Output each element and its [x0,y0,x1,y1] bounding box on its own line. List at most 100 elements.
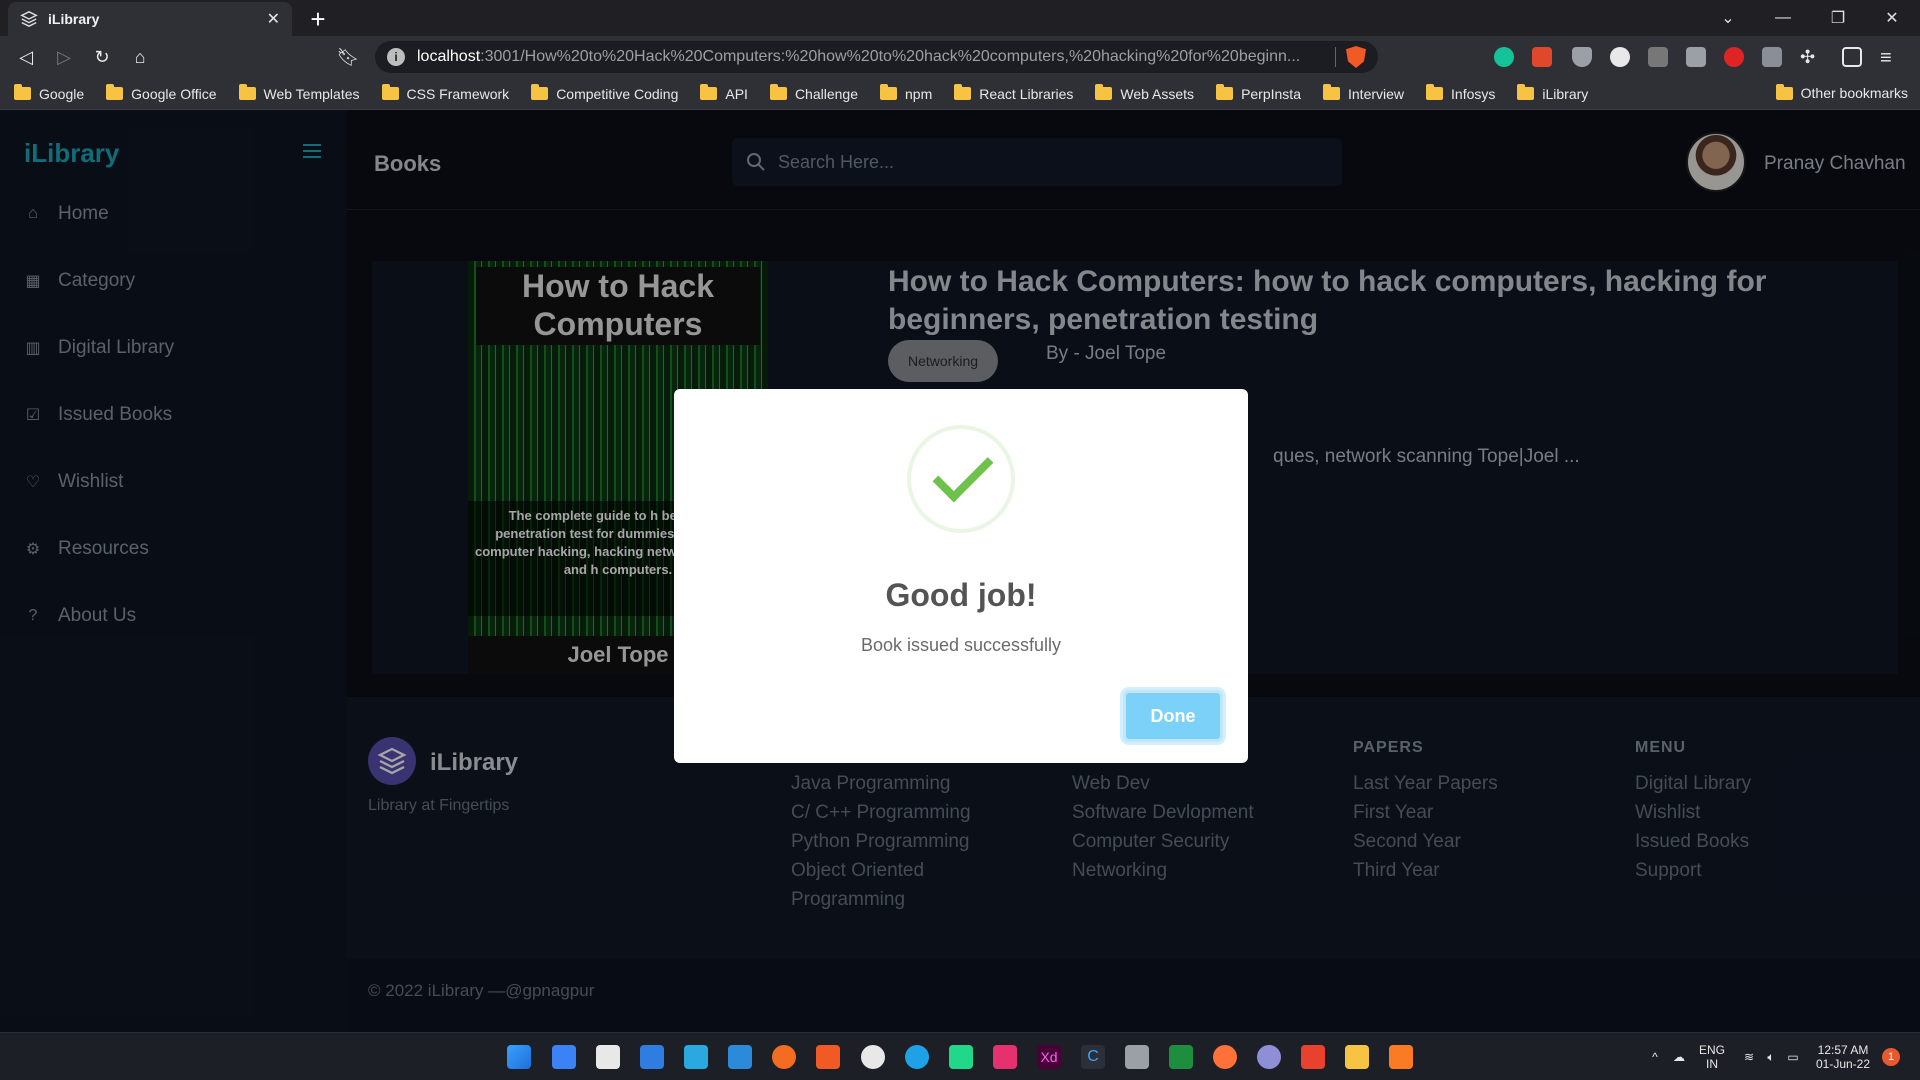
browser-tab[interactable]: iLibrary ✕ [8,2,292,36]
folder-icon [238,84,256,100]
postman-icon[interactable] [772,1045,796,1069]
bookmark-label: Web Templates [263,85,360,102]
bookmark-label: npm [905,85,933,102]
volume-icon[interactable]: 🔈︎ [1760,1033,1782,1080]
extension-icon[interactable] [1532,47,1552,67]
done-button[interactable]: Done [1123,690,1223,742]
bookmark-label: API [725,85,748,102]
wps-icon[interactable] [1301,1045,1325,1069]
success-check-icon [907,425,1015,533]
wallet-icon[interactable] [1842,47,1862,67]
bookmark-folder[interactable]: Interview [1323,84,1404,102]
other-bookmarks[interactable]: Other bookmarks [1775,83,1908,101]
pycharm-icon[interactable] [949,1045,973,1069]
dialog-title: Good job! [885,577,1037,613]
language-indicator[interactable]: ENG IN [1694,1033,1730,1080]
folder-icon [954,84,972,100]
folder-icon [700,84,718,100]
bookmark-folder[interactable]: Challenge [769,84,858,102]
vscode-icon[interactable] [728,1045,752,1069]
firefox-icon[interactable] [1213,1045,1237,1069]
bookmark-folder[interactable]: PerpInsta [1216,84,1301,102]
folder-icon [531,84,549,100]
bookmark-folder[interactable]: API [700,84,748,102]
bookmark-folder[interactable]: React Libraries [954,84,1073,102]
restore-button[interactable]: ❐ [1810,0,1866,36]
home-icon[interactable]: ⌂ [122,36,158,78]
success-dialog: Good job! Book issued successfully Done [674,389,1248,763]
bookmark-folder[interactable]: Competitive Coding [531,84,679,102]
bookmark-label: Other bookmarks [1800,85,1908,101]
bookmark-folder[interactable]: Infosys [1426,84,1496,102]
store-icon[interactable] [596,1045,620,1069]
bookmark-folder[interactable]: Web Templates [238,84,360,102]
bookmark-folder[interactable]: Web Assets [1095,84,1195,102]
bookmark-folder[interactable]: Google Office [106,84,217,102]
bookmark-icon[interactable]: 🔖︎ [330,36,366,78]
start-icon[interactable] [507,1045,531,1069]
notification-badge[interactable]: 1 [1882,1048,1900,1066]
extension-icon[interactable] [1610,47,1630,67]
xd-icon[interactable]: Xd [1037,1045,1061,1069]
back-icon[interactable]: ◁ [8,36,44,78]
codeblocks-icon[interactable]: C [1081,1045,1105,1069]
clock[interactable]: 12:57 AM 01-Jun-22 [1808,1033,1878,1080]
extension-icon[interactable] [1762,47,1782,67]
brave-shield-icon[interactable] [1346,46,1366,68]
folder-icon [1216,84,1234,100]
chevron-up-icon[interactable]: ^ [1645,1033,1665,1080]
shield-extension-icon[interactable] [1572,47,1592,67]
onedrive-icon[interactable]: ☁ [1668,1033,1690,1080]
minimize-button[interactable]: — [1755,0,1811,36]
reload-icon[interactable]: ↻ [84,36,120,78]
address-bar[interactable]: i localhost :3001/How%20to%20Hack%20Comp… [375,41,1378,73]
language-label: ENG [1698,1043,1725,1057]
eclipse-icon[interactable] [1257,1045,1281,1069]
brave-icon[interactable] [816,1045,840,1069]
layers-icon [20,10,38,28]
browser-toolbar: ◁ ▷ ↻ ⌂ 🔖︎ i localhost :3001/How%20to%20… [0,36,1920,78]
skype-icon[interactable] [905,1045,929,1069]
new-tab-button[interactable]: + [304,4,332,35]
file-explorer-icon[interactable] [1345,1045,1369,1069]
site-info-icon[interactable]: i [387,48,405,66]
battery-icon[interactable]: ▭ [1782,1033,1804,1080]
time-label: 12:57 AM [1817,1043,1869,1057]
bookmark-label: Web Assets [1120,85,1195,102]
bookmark-label: Challenge [794,85,858,102]
dialog-message: Book issued successfully [860,635,1062,655]
tab-search-icon[interactable]: ⌄ [1700,0,1756,36]
bookmark-folder[interactable]: CSS Framework [381,84,510,102]
browser-tab-strip: iLibrary ✕ + ⌄ — ❐ ✕ [0,0,1920,36]
intellij-icon[interactable] [993,1045,1017,1069]
extension-icon[interactable] [1648,47,1668,67]
bookmark-label: Competitive Coding [556,85,679,102]
forward-icon[interactable]: ▷ [46,36,82,78]
extension-icon[interactable] [1724,47,1744,67]
bookmark-folder[interactable]: Google [14,84,84,102]
close-tab-icon[interactable]: ✕ [267,9,280,29]
folder-icon [769,84,787,100]
bookmark-folder[interactable]: npm [880,84,933,102]
virtualbox-icon[interactable] [1125,1045,1149,1069]
xampp-icon[interactable] [1389,1045,1413,1069]
url-host: localhost [417,48,481,65]
app-icon[interactable] [1169,1045,1193,1069]
folder-icon [1517,84,1535,100]
bookmarks-bar: Google Google Office Web Templates CSS F… [0,78,1920,110]
mail-icon[interactable] [640,1045,664,1069]
widgets-icon[interactable] [552,1045,576,1069]
bookmark-label: PerpInsta [1241,85,1301,102]
wifi-icon[interactable]: ≋ [1738,1033,1760,1080]
close-window-button[interactable]: ✕ [1864,0,1920,36]
bookmark-folder[interactable]: iLibrary [1517,84,1588,102]
desktop-icon[interactable] [684,1045,708,1069]
grammarly-icon[interactable] [1494,47,1514,67]
puzzle-icon[interactable]: ✣ [1800,47,1820,67]
tab-title: iLibrary [48,11,100,27]
bookmark-label: Infosys [1451,85,1496,102]
camera-icon[interactable] [1686,47,1706,67]
word-icon[interactable] [861,1045,885,1069]
menu-icon[interactable]: ≡ [1880,47,1900,69]
bookmark-label: CSS Framework [406,85,510,102]
